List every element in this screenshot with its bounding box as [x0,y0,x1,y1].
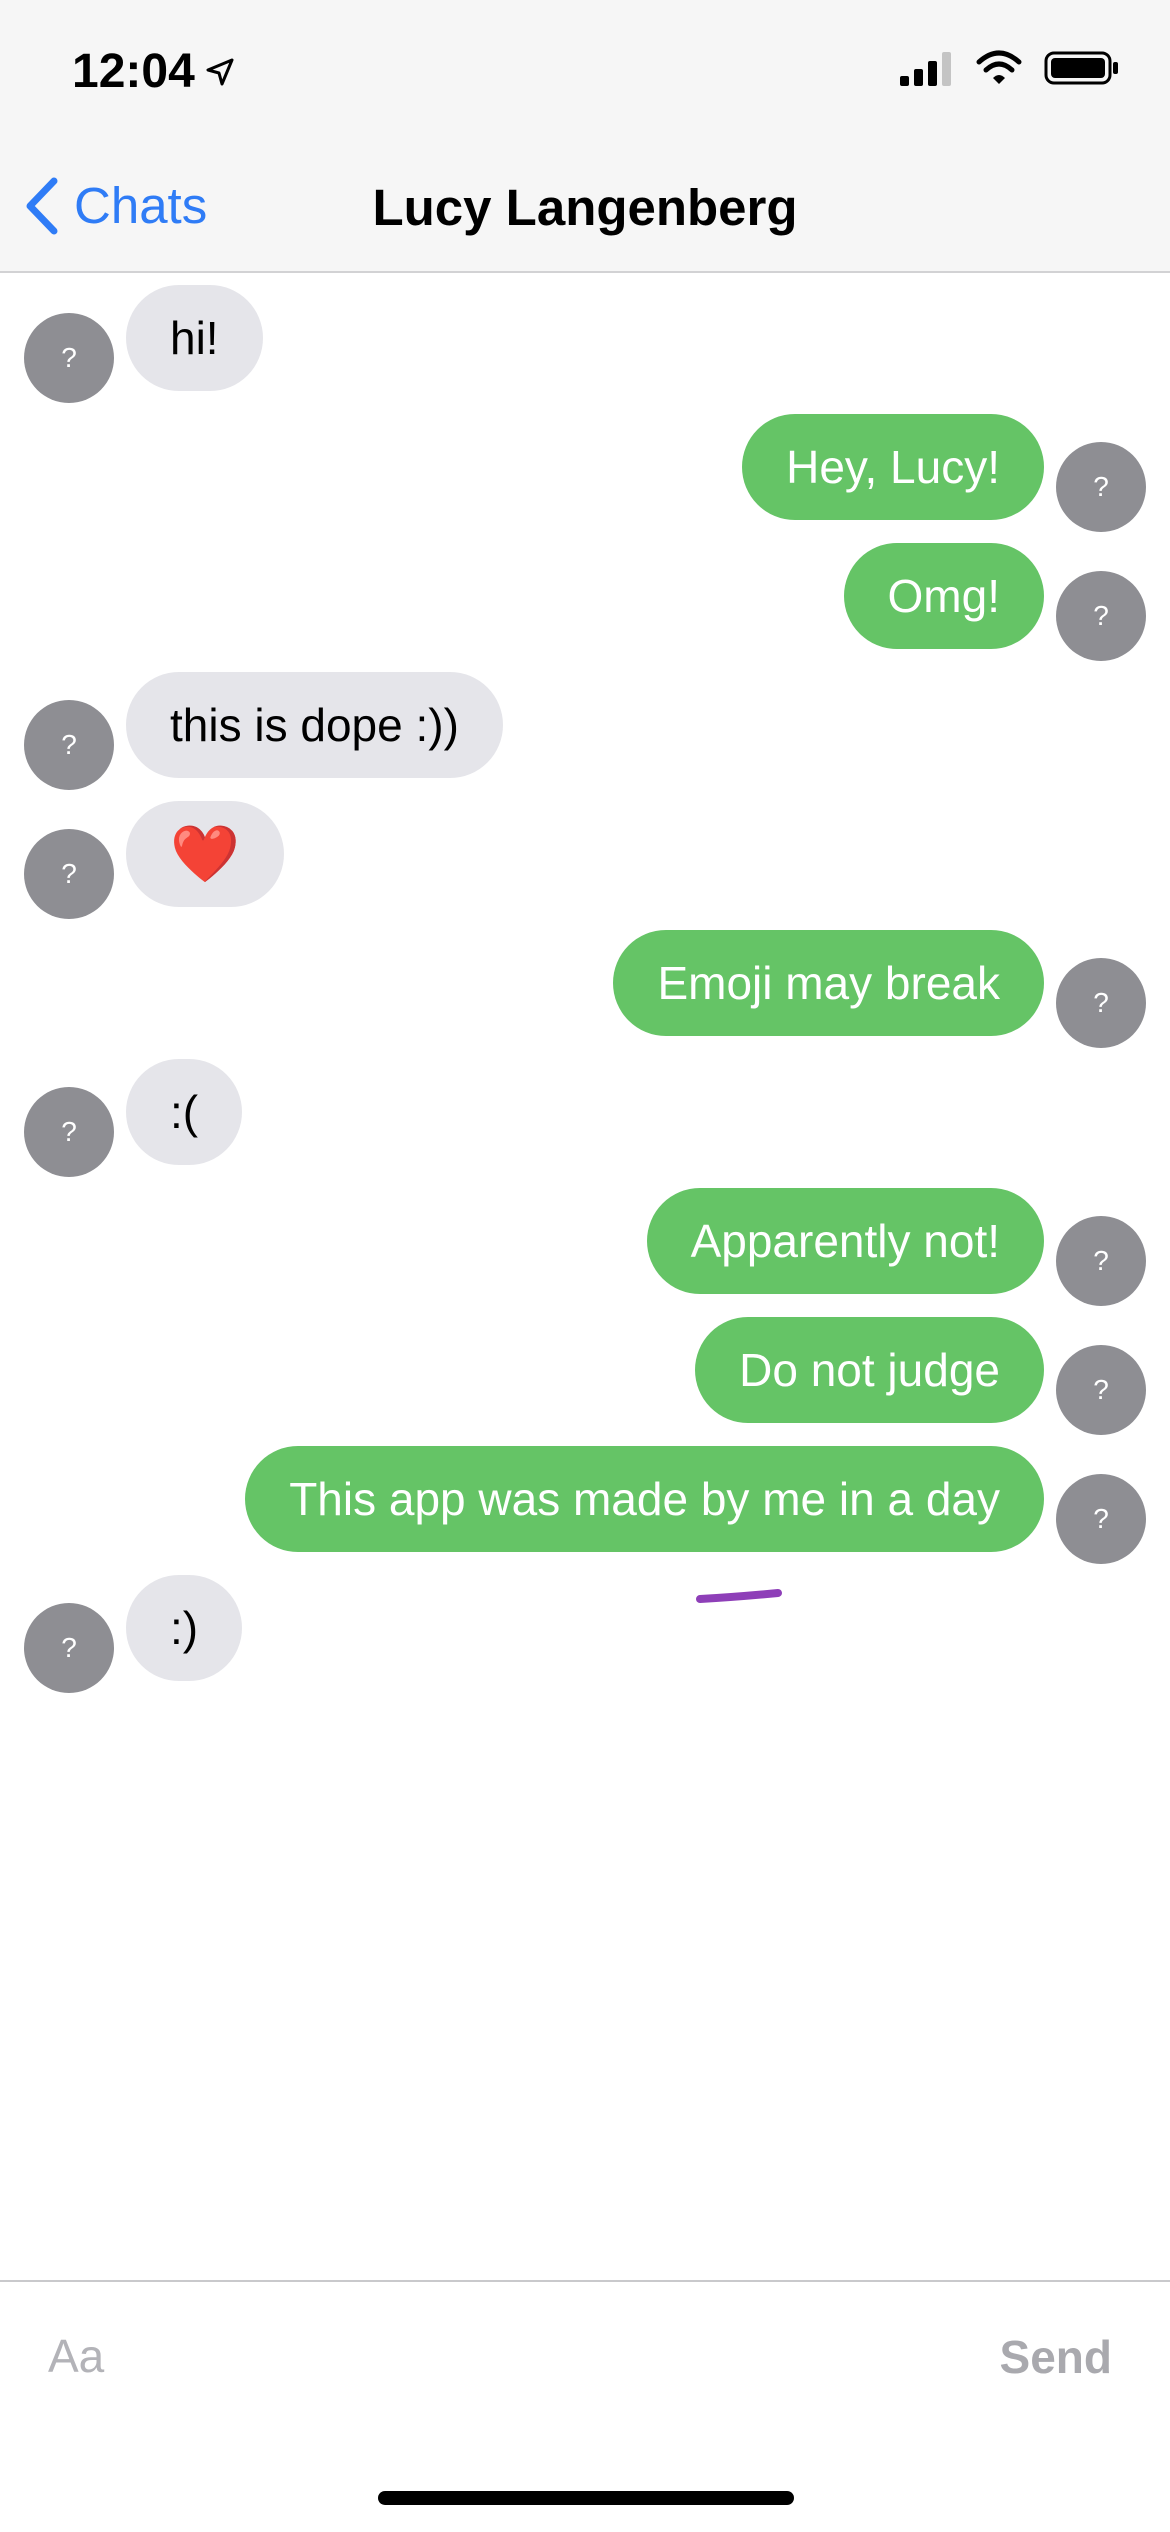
message-row: ? :) [0,1575,1170,1693]
wifi-icon [976,50,1022,84]
message-row: ? :( [0,1059,1170,1177]
message-row: ? hi! [0,285,1170,403]
avatar: ? [24,1087,114,1177]
avatar: ? [1056,958,1146,1048]
incoming-message-bubble[interactable]: :) [126,1575,243,1681]
outgoing-message-bubble[interactable]: Omg! [843,543,1044,649]
message-row: Do not judge ? [0,1317,1170,1435]
incoming-message-bubble[interactable]: hi! [126,285,263,391]
avatar: ? [1056,1345,1146,1435]
incoming-message-bubble[interactable]: ❤️ [126,801,284,907]
avatar: ? [1056,571,1146,661]
message-row: Emoji may break ? [0,930,1170,1048]
avatar: ? [24,1603,114,1693]
status-time-label: 12:04 [72,45,195,98]
message-input[interactable] [48,2316,948,2396]
message-row: Omg! ? [0,543,1170,661]
header: 12:04 Chats Lucy Langenberg [0,0,1170,273]
message-row: ? this is dope :)) [0,672,1170,790]
avatar: ? [1056,1474,1146,1564]
outgoing-message-bubble[interactable]: Apparently not! [646,1188,1044,1294]
cellular-signal-icon [900,52,951,86]
conversation-title: Lucy Langenberg [372,179,798,236]
incoming-message-bubble[interactable]: :( [126,1059,243,1165]
send-button[interactable]: Send [1000,2330,1112,2384]
status-time: 12:04 [72,44,235,99]
message-list[interactable]: ? hi! Hey, Lucy! ? Omg! ? ? this is dope… [0,275,1170,2280]
message-row: Hey, Lucy! ? [0,414,1170,532]
location-arrow-icon [206,58,234,85]
battery-icon [1044,51,1118,85]
avatar: ? [24,700,114,790]
message-row: This app was made by me in a day ? [0,1446,1170,1564]
outgoing-message-bubble[interactable]: Do not judge [695,1317,1044,1423]
message-row: Apparently not! ? [0,1188,1170,1306]
scribble-mark [696,1589,782,1603]
avatar: ? [1056,442,1146,532]
home-indicator[interactable] [378,2491,794,2505]
incoming-message-bubble[interactable]: this is dope :)) [126,672,503,778]
chat-screen: 12:04 Chats Lucy Langenberg ? hi! Hey, L… [0,0,1170,2532]
avatar: ? [24,313,114,403]
avatar: ? [1056,1216,1146,1306]
message-row: ? ❤️ [0,801,1170,919]
outgoing-message-bubble[interactable]: This app was made by me in a day [245,1446,1044,1552]
outgoing-message-bubble[interactable]: Hey, Lucy! [742,414,1044,520]
avatar: ? [24,829,114,919]
status-icons [900,50,1120,86]
outgoing-message-bubble[interactable]: Emoji may break [613,930,1044,1036]
